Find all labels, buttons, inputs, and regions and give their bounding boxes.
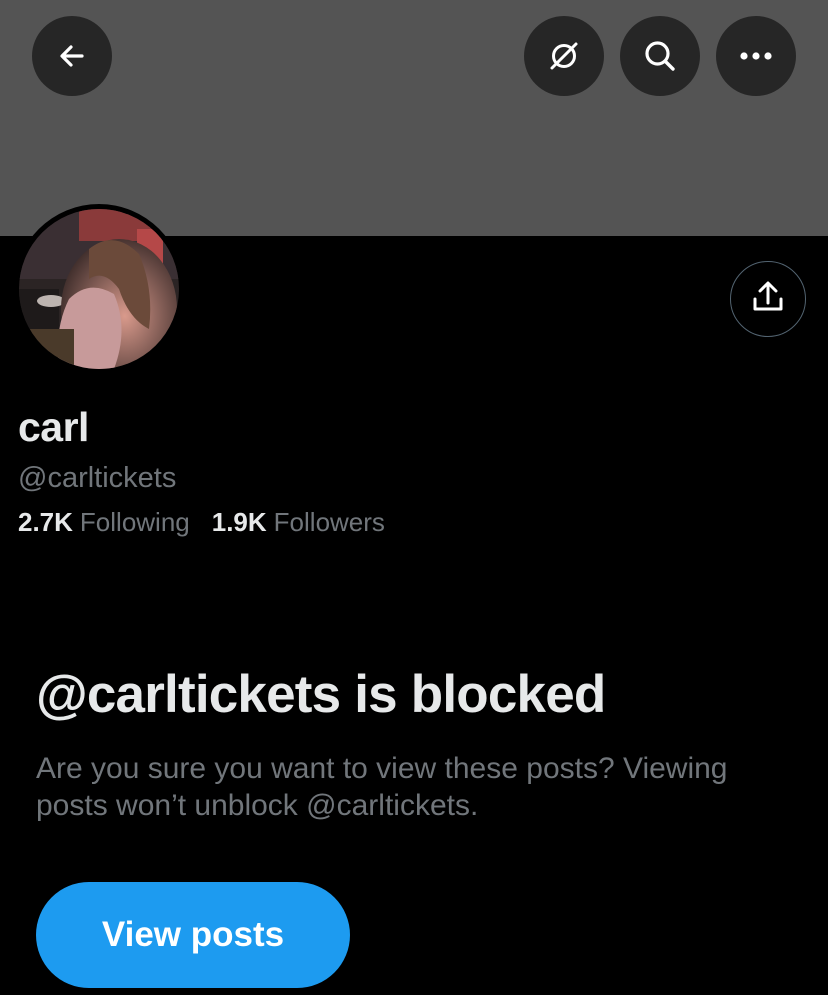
avatar[interactable] (19, 209, 179, 369)
profile-photo (19, 209, 179, 369)
view-posts-button[interactable]: View posts (36, 882, 350, 988)
arrow-left-icon (56, 40, 88, 72)
more-horizontal-icon (738, 50, 774, 62)
following-stat[interactable]: 2.7K Following (18, 507, 190, 538)
share-upload-icon (750, 279, 786, 320)
blocked-title: @carltickets is blocked (36, 665, 606, 724)
profile-banner[interactable] (0, 0, 828, 236)
display-name: carl (18, 404, 89, 450)
search-button[interactable] (620, 16, 700, 96)
back-button[interactable] (32, 16, 112, 96)
grok-button[interactable] (524, 16, 604, 96)
followers-count: 1.9K (211, 507, 267, 537)
grok-icon (546, 38, 582, 74)
more-button[interactable] (716, 16, 796, 96)
follow-stats: 2.7K Following 1.9K Followers (18, 507, 385, 538)
followers-stat[interactable]: 1.9K Followers (212, 507, 385, 538)
share-profile-button[interactable] (730, 261, 806, 337)
search-icon (642, 38, 678, 74)
blocked-description: Are you sure you want to view these post… (36, 752, 728, 822)
followers-label: Followers (273, 507, 385, 537)
username-handle: @carltickets (18, 462, 177, 494)
following-label: Following (79, 507, 190, 537)
following-count: 2.7K (18, 507, 73, 537)
